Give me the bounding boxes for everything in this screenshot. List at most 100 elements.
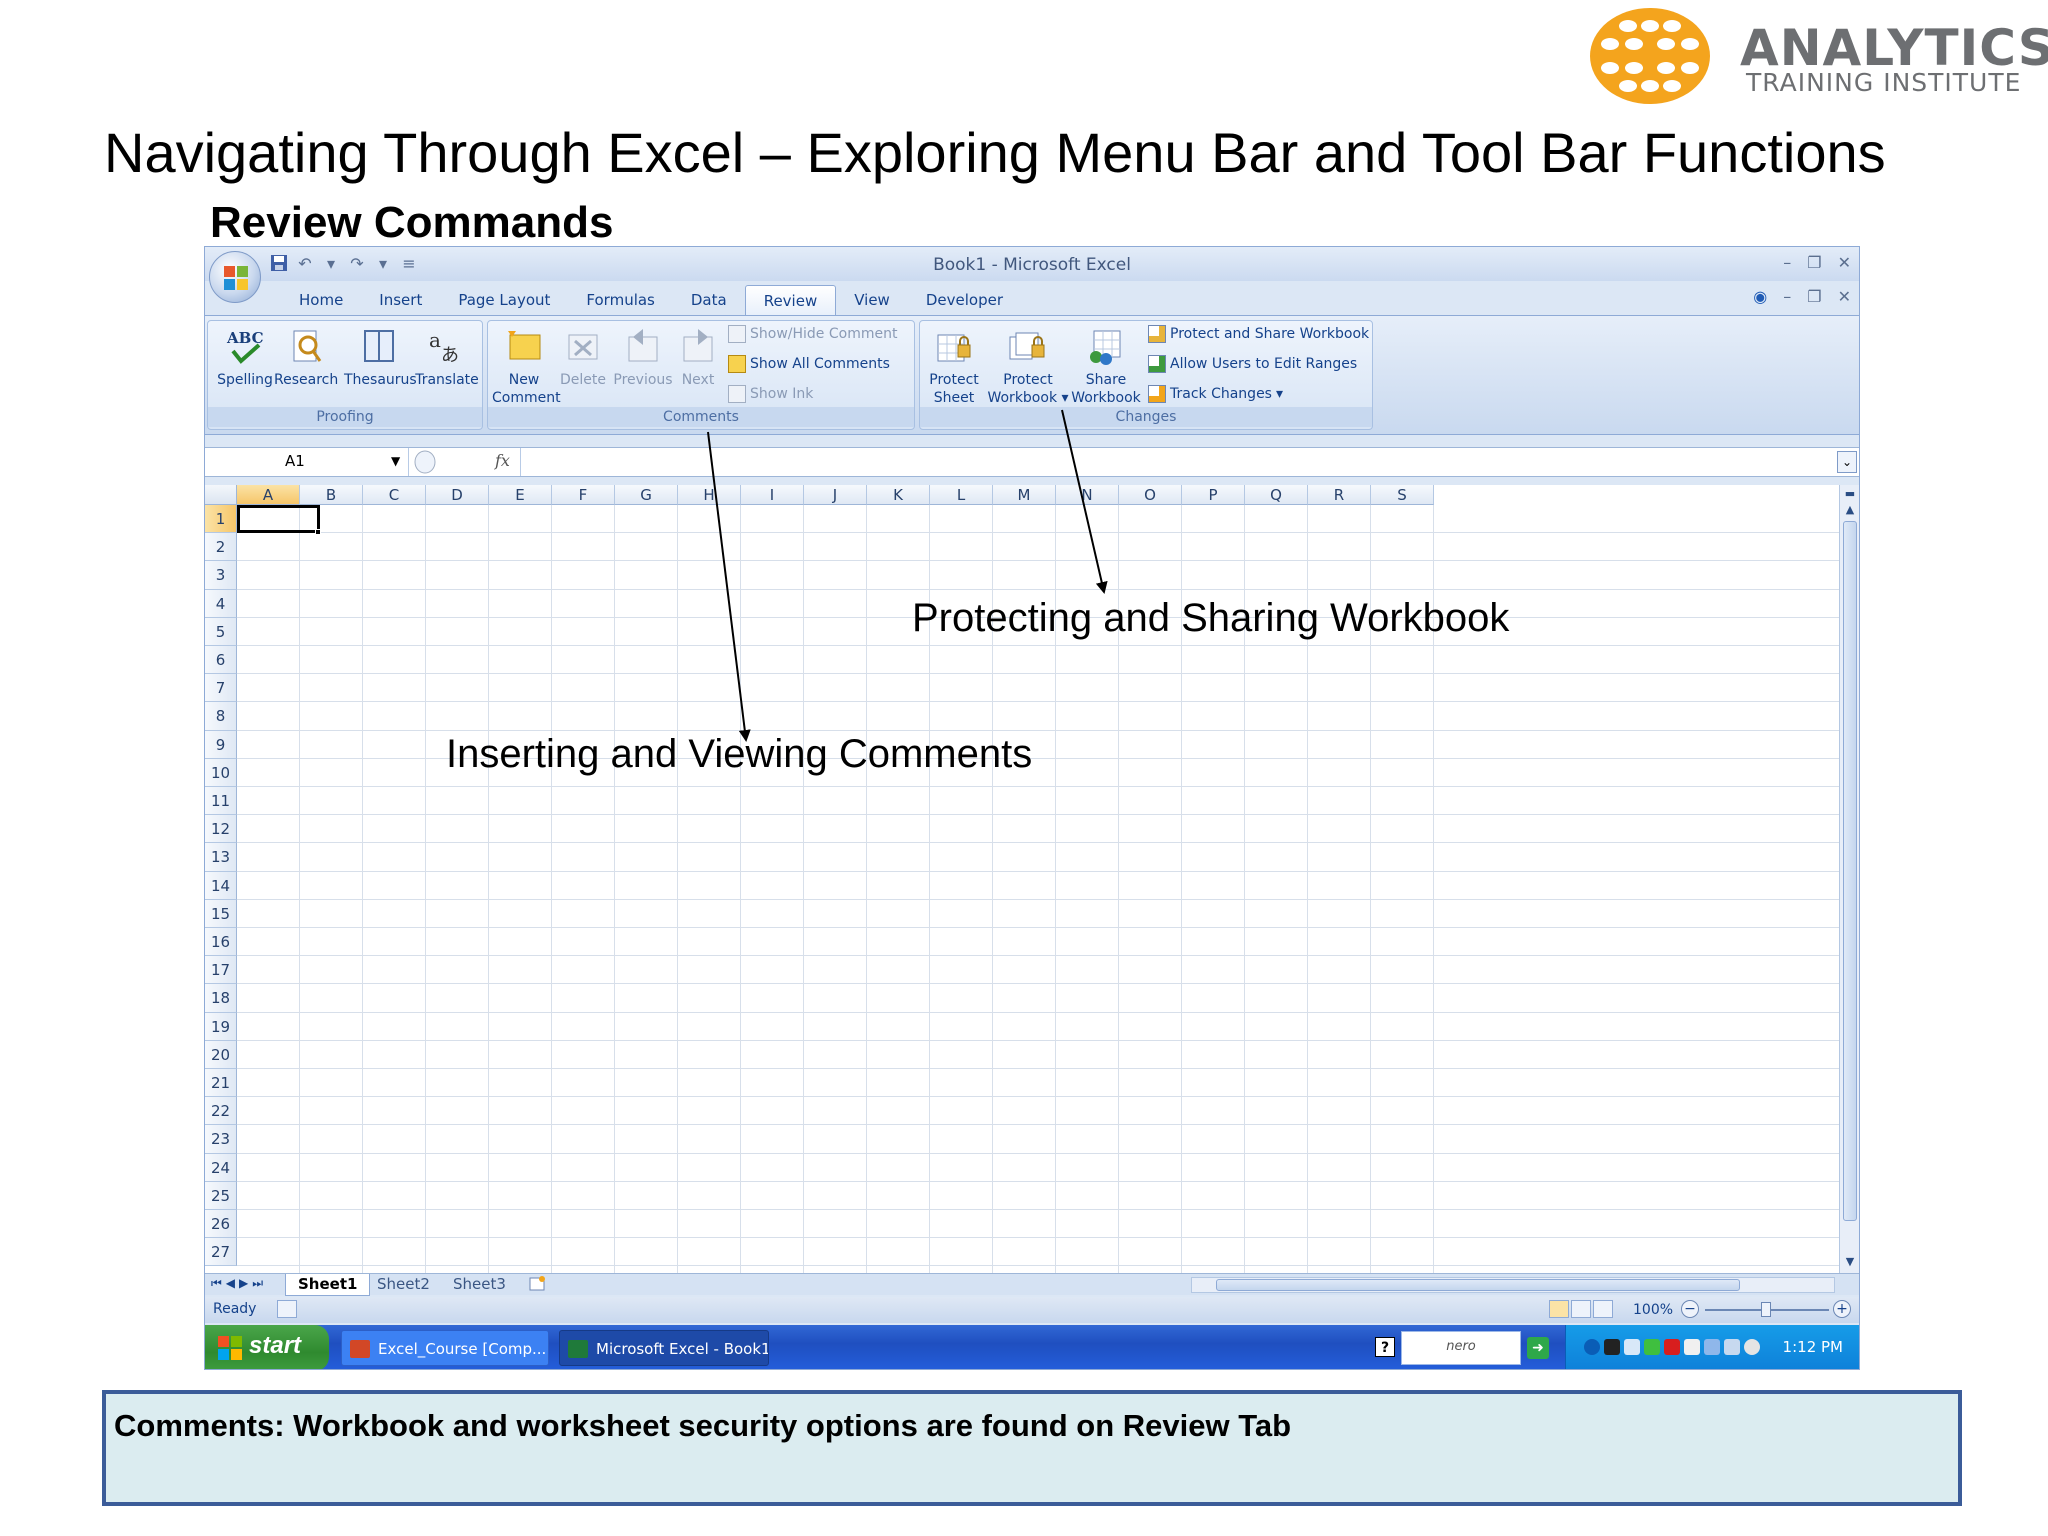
messenger-icon[interactable] xyxy=(1724,1339,1740,1355)
zoom-slider-thumb[interactable] xyxy=(1761,1302,1771,1317)
column-header[interactable]: L xyxy=(930,485,993,505)
tab-developer[interactable]: Developer xyxy=(908,285,1021,315)
column-header[interactable]: Q xyxy=(1245,485,1308,505)
row-header[interactable]: 27 xyxy=(205,1238,237,1267)
row-header[interactable]: 4 xyxy=(205,589,237,618)
column-header[interactable]: O xyxy=(1119,485,1182,505)
name-box-dropdown-icon[interactable]: ▼ xyxy=(391,454,400,468)
macro-record-icon[interactable] xyxy=(277,1300,297,1318)
tab-formulas[interactable]: Formulas xyxy=(568,285,672,315)
tray-w-icon[interactable] xyxy=(1704,1339,1720,1355)
row-header[interactable]: 11 xyxy=(205,787,237,816)
protect-sheet-button[interactable]: Protect Sheet xyxy=(924,327,984,407)
row-header[interactable]: 6 xyxy=(205,646,237,675)
tab-home[interactable]: Home xyxy=(269,285,361,315)
delete-comment-button[interactable]: Delete xyxy=(558,327,608,389)
restore-icon[interactable]: ❐ xyxy=(1807,287,1821,306)
help-icon[interactable]: ◉ xyxy=(1753,287,1767,306)
network-icon[interactable] xyxy=(1624,1339,1640,1355)
security-icon[interactable] xyxy=(1644,1339,1660,1355)
horizontal-scroll-thumb[interactable] xyxy=(1216,1279,1740,1291)
row-header[interactable]: 9 xyxy=(205,730,237,759)
formula-input[interactable] xyxy=(525,450,1825,474)
sheet-tab-sheet2[interactable]: Sheet2 xyxy=(365,1274,442,1296)
tab-insert[interactable]: Insert xyxy=(361,285,440,315)
row-header[interactable]: 23 xyxy=(205,1125,237,1154)
scroll-down-icon[interactable]: ▼ xyxy=(1843,1255,1857,1269)
tab-review[interactable]: Review xyxy=(744,285,837,315)
row-header[interactable]: 15 xyxy=(205,899,237,928)
protect-workbook-button[interactable]: Protect Workbook ▾ xyxy=(986,327,1070,407)
tab-data[interactable]: Data xyxy=(673,285,745,315)
show-hide-comment-button[interactable]: Show/Hide Comment xyxy=(728,325,897,343)
research-button[interactable]: Research xyxy=(274,327,338,389)
tray-expand-icon[interactable] xyxy=(1584,1339,1600,1355)
tab-page-layout[interactable]: Page Layout xyxy=(440,285,568,315)
zoom-out-icon[interactable]: − xyxy=(1681,1300,1699,1318)
active-cell[interactable] xyxy=(237,505,320,533)
column-header[interactable]: N xyxy=(1056,485,1119,505)
spelling-button[interactable]: ABC Spelling xyxy=(214,327,276,389)
column-header[interactable]: I xyxy=(741,485,804,505)
sheet-tab-sheet1[interactable]: Sheet1 xyxy=(285,1274,371,1296)
column-header[interactable]: P xyxy=(1182,485,1245,505)
show-ink-button[interactable]: Show Ink xyxy=(728,385,813,403)
close-icon[interactable]: ✕ xyxy=(1838,287,1851,306)
row-header[interactable]: 2 xyxy=(205,533,237,562)
page-break-view-icon[interactable] xyxy=(1593,1300,1613,1318)
tab-view[interactable]: View xyxy=(836,285,908,315)
minimize-icon[interactable]: – xyxy=(1783,253,1791,272)
row-header[interactable]: 5 xyxy=(205,617,237,646)
column-header[interactable]: F xyxy=(552,485,615,505)
chat-icon[interactable] xyxy=(1744,1339,1760,1355)
column-header[interactable]: A xyxy=(237,485,300,505)
column-header[interactable]: E xyxy=(489,485,552,505)
column-header[interactable]: K xyxy=(867,485,930,505)
expand-formula-bar-icon[interactable]: ⌄ xyxy=(1837,451,1857,473)
start-button[interactable]: start xyxy=(205,1325,329,1369)
sheet-tab-sheet3[interactable]: Sheet3 xyxy=(441,1274,518,1296)
zoom-in-icon[interactable]: + xyxy=(1833,1300,1851,1318)
horizontal-scrollbar[interactable] xyxy=(1191,1277,1835,1293)
previous-comment-button[interactable]: Previous xyxy=(612,327,674,389)
row-header[interactable]: 8 xyxy=(205,702,237,731)
translate-button[interactable]: aあ Translate xyxy=(414,327,480,389)
scroll-up-icon[interactable]: ▲ xyxy=(1843,503,1857,517)
row-header[interactable]: 7 xyxy=(205,674,237,703)
taskbar-item-excel-course[interactable]: Excel_Course [Comp... xyxy=(341,1330,549,1366)
share-workbook-button[interactable]: Share Workbook xyxy=(1068,327,1144,407)
allow-users-edit-ranges-button[interactable]: Allow Users to Edit Ranges xyxy=(1148,355,1357,373)
thesaurus-button[interactable]: Thesaurus xyxy=(344,327,417,389)
new-comment-button[interactable]: New Comment xyxy=(492,327,561,407)
vertical-scrollbar[interactable]: ▬ ▲ ▼ xyxy=(1839,485,1859,1273)
row-header[interactable]: 1 xyxy=(205,505,237,534)
normal-view-icon[interactable] xyxy=(1549,1300,1569,1318)
column-header[interactable]: B xyxy=(300,485,363,505)
insert-sheet-icon[interactable] xyxy=(517,1274,559,1296)
column-header[interactable]: M xyxy=(993,485,1056,505)
row-header[interactable]: 13 xyxy=(205,843,237,872)
row-header[interactable]: 24 xyxy=(205,1153,237,1182)
sheet-navigation-icons[interactable]: ⏮◀▶⏭ xyxy=(211,1276,267,1291)
minimize-icon[interactable]: – xyxy=(1783,287,1791,306)
row-header[interactable]: 20 xyxy=(205,1040,237,1069)
row-header[interactable]: 10 xyxy=(205,758,237,787)
row-header[interactable]: 25 xyxy=(205,1181,237,1210)
select-all-button[interactable] xyxy=(205,485,237,505)
formula-bar-handle-icon[interactable] xyxy=(409,448,439,476)
column-header[interactable]: C xyxy=(363,485,426,505)
nero-search-box[interactable]: nero xyxy=(1401,1331,1521,1365)
restore-icon[interactable]: ❐ xyxy=(1807,253,1821,272)
track-changes-button[interactable]: Track Changes ▾ xyxy=(1148,385,1283,403)
column-header[interactable]: R xyxy=(1308,485,1371,505)
name-box[interactable]: A1 xyxy=(205,448,409,476)
tray-app-icon[interactable] xyxy=(1604,1339,1620,1355)
fill-handle[interactable] xyxy=(315,529,321,535)
scroll-split-icon[interactable]: ▬ xyxy=(1843,487,1857,501)
antivirus-icon[interactable] xyxy=(1664,1339,1680,1355)
vertical-scroll-thumb[interactable] xyxy=(1843,521,1857,1221)
show-all-comments-button[interactable]: Show All Comments xyxy=(728,355,890,373)
page-layout-view-icon[interactable] xyxy=(1571,1300,1591,1318)
row-header[interactable]: 12 xyxy=(205,815,237,844)
column-header[interactable]: G xyxy=(615,485,678,505)
